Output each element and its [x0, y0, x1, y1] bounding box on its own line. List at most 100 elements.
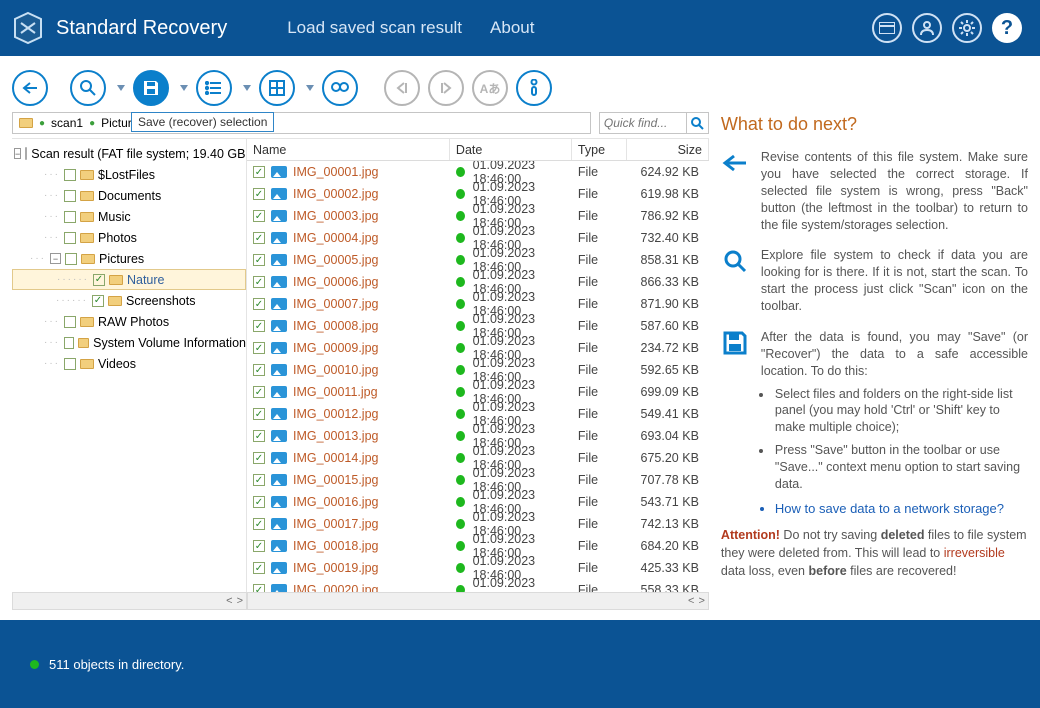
- header-help-icon[interactable]: ?: [992, 13, 1022, 43]
- folder-icon: [78, 338, 89, 348]
- help-p1: Revise contents of this file system. Mak…: [761, 149, 1028, 233]
- grid-view-button[interactable]: [259, 70, 295, 106]
- col-name[interactable]: Name: [247, 139, 450, 160]
- tree-row[interactable]: ······ ✓ Nature: [12, 269, 246, 290]
- checkbox[interactable]: ✓: [253, 210, 265, 222]
- checkbox[interactable]: ✓: [253, 474, 265, 486]
- checkbox[interactable]: [64, 211, 76, 223]
- col-size[interactable]: Size: [627, 139, 709, 160]
- header-settings-icon[interactable]: [952, 13, 982, 43]
- menu-about[interactable]: About: [490, 18, 534, 38]
- drive-icon: [25, 147, 27, 160]
- file-row[interactable]: ✓IMG_00020.jpg01.09.2023 18:46:00File558…: [247, 579, 709, 592]
- save-dropdown[interactable]: [180, 85, 188, 91]
- header-card-icon[interactable]: [872, 13, 902, 43]
- toolbar: Save (recover) selection Aあ: [12, 70, 1028, 106]
- prev-button[interactable]: [384, 70, 420, 106]
- collapse-icon[interactable]: −: [50, 253, 61, 264]
- find-button[interactable]: [322, 70, 358, 106]
- checkbox[interactable]: ✓: [253, 408, 265, 420]
- checkbox[interactable]: ✓: [253, 430, 265, 442]
- checkbox[interactable]: ✓: [253, 342, 265, 354]
- list-style-button[interactable]: [196, 70, 232, 106]
- tree-row[interactable]: ··· RAW Photos: [12, 311, 246, 332]
- checkbox[interactable]: ✓: [253, 188, 265, 200]
- tree-row[interactable]: ··· Photos: [12, 227, 246, 248]
- image-icon: [271, 342, 287, 354]
- tree-row[interactable]: ···− Pictures: [12, 248, 246, 269]
- tree-h-scroll[interactable]: <>: [12, 592, 247, 610]
- checkbox[interactable]: [64, 337, 74, 349]
- tree-row[interactable]: ······ ✓ Screenshots: [12, 290, 246, 311]
- status-dot-icon: [456, 541, 465, 551]
- tree-row[interactable]: − Scan result (FAT file system; 19.40 GB…: [12, 143, 246, 164]
- image-icon: [271, 474, 287, 486]
- status-dot-icon: [456, 387, 465, 397]
- tree-row[interactable]: ··· System Volume Information: [12, 332, 246, 353]
- menu-load-saved[interactable]: Load saved scan result: [287, 18, 462, 38]
- image-icon: [271, 386, 287, 398]
- header-user-icon[interactable]: [912, 13, 942, 43]
- checkbox[interactable]: [64, 232, 76, 244]
- image-icon: [271, 320, 287, 332]
- status-dot-icon: [456, 585, 465, 592]
- list-style-dropdown[interactable]: [243, 85, 251, 91]
- status-dot-icon: [456, 321, 465, 331]
- tree-row[interactable]: ··· Music: [12, 206, 246, 227]
- checkbox[interactable]: ✓: [253, 452, 265, 464]
- status-dot-icon: [456, 189, 465, 199]
- help-p2: Explore file system to check if data you…: [761, 247, 1028, 315]
- status-dot-icon: [456, 431, 465, 441]
- checkbox[interactable]: ✓: [253, 232, 265, 244]
- col-type[interactable]: Type: [572, 139, 627, 160]
- scan-dropdown[interactable]: [117, 85, 125, 91]
- breadcrumb[interactable]: ●scan1 ●Pictures ●Nature: [12, 112, 591, 134]
- back-button[interactable]: [12, 70, 48, 106]
- image-icon: [271, 562, 287, 574]
- status-dot-icon: [456, 519, 465, 529]
- checkbox[interactable]: [64, 169, 76, 181]
- quick-find-search-icon[interactable]: [686, 113, 708, 133]
- checkbox[interactable]: ✓: [253, 276, 265, 288]
- checkbox[interactable]: ✓: [253, 298, 265, 310]
- info-button[interactable]: [516, 70, 552, 106]
- next-button[interactable]: [428, 70, 464, 106]
- breadcrumb-item[interactable]: scan1: [51, 116, 83, 130]
- scan-button[interactable]: [70, 70, 106, 106]
- checkbox[interactable]: ✓: [253, 540, 265, 552]
- grid-view-dropdown[interactable]: [306, 85, 314, 91]
- encoding-button[interactable]: Aあ: [472, 70, 508, 106]
- checkbox[interactable]: ✓: [93, 274, 105, 286]
- checkbox[interactable]: [65, 253, 77, 265]
- checkbox[interactable]: [64, 316, 76, 328]
- checkbox[interactable]: ✓: [92, 295, 104, 307]
- col-date[interactable]: Date: [450, 139, 572, 160]
- tree-row[interactable]: ··· Documents: [12, 185, 246, 206]
- checkbox[interactable]: ✓: [253, 562, 265, 574]
- folder-icon: [108, 296, 122, 306]
- checkbox[interactable]: ✓: [253, 364, 265, 376]
- status-dot-icon: [456, 409, 465, 419]
- quick-find-input[interactable]: [600, 116, 686, 130]
- checkbox[interactable]: [64, 190, 76, 202]
- checkbox[interactable]: ✓: [253, 386, 265, 398]
- checkbox[interactable]: ✓: [253, 518, 265, 530]
- tree-row[interactable]: ··· $LostFiles: [12, 164, 246, 185]
- list-h-scroll[interactable]: <>: [247, 592, 709, 610]
- collapse-icon[interactable]: −: [14, 148, 21, 159]
- save-button[interactable]: Save (recover) selection: [133, 70, 169, 106]
- checkbox[interactable]: ✓: [253, 166, 265, 178]
- checkbox[interactable]: [64, 358, 76, 370]
- tree-row[interactable]: ··· Videos: [12, 353, 246, 374]
- help-link[interactable]: How to save data to a network storage?: [775, 501, 1028, 516]
- status-dot-icon: [456, 343, 465, 353]
- image-icon: [271, 496, 287, 508]
- help-bullet-1: Select files and folders on the right-si…: [773, 386, 1028, 437]
- help-panel: What to do next? Revise contents of this…: [721, 110, 1028, 610]
- checkbox[interactable]: ✓: [253, 254, 265, 266]
- folder-icon: [80, 317, 94, 327]
- checkbox[interactable]: ✓: [253, 496, 265, 508]
- checkbox[interactable]: ✓: [253, 584, 265, 592]
- checkbox[interactable]: ✓: [253, 320, 265, 332]
- image-icon: [271, 430, 287, 442]
